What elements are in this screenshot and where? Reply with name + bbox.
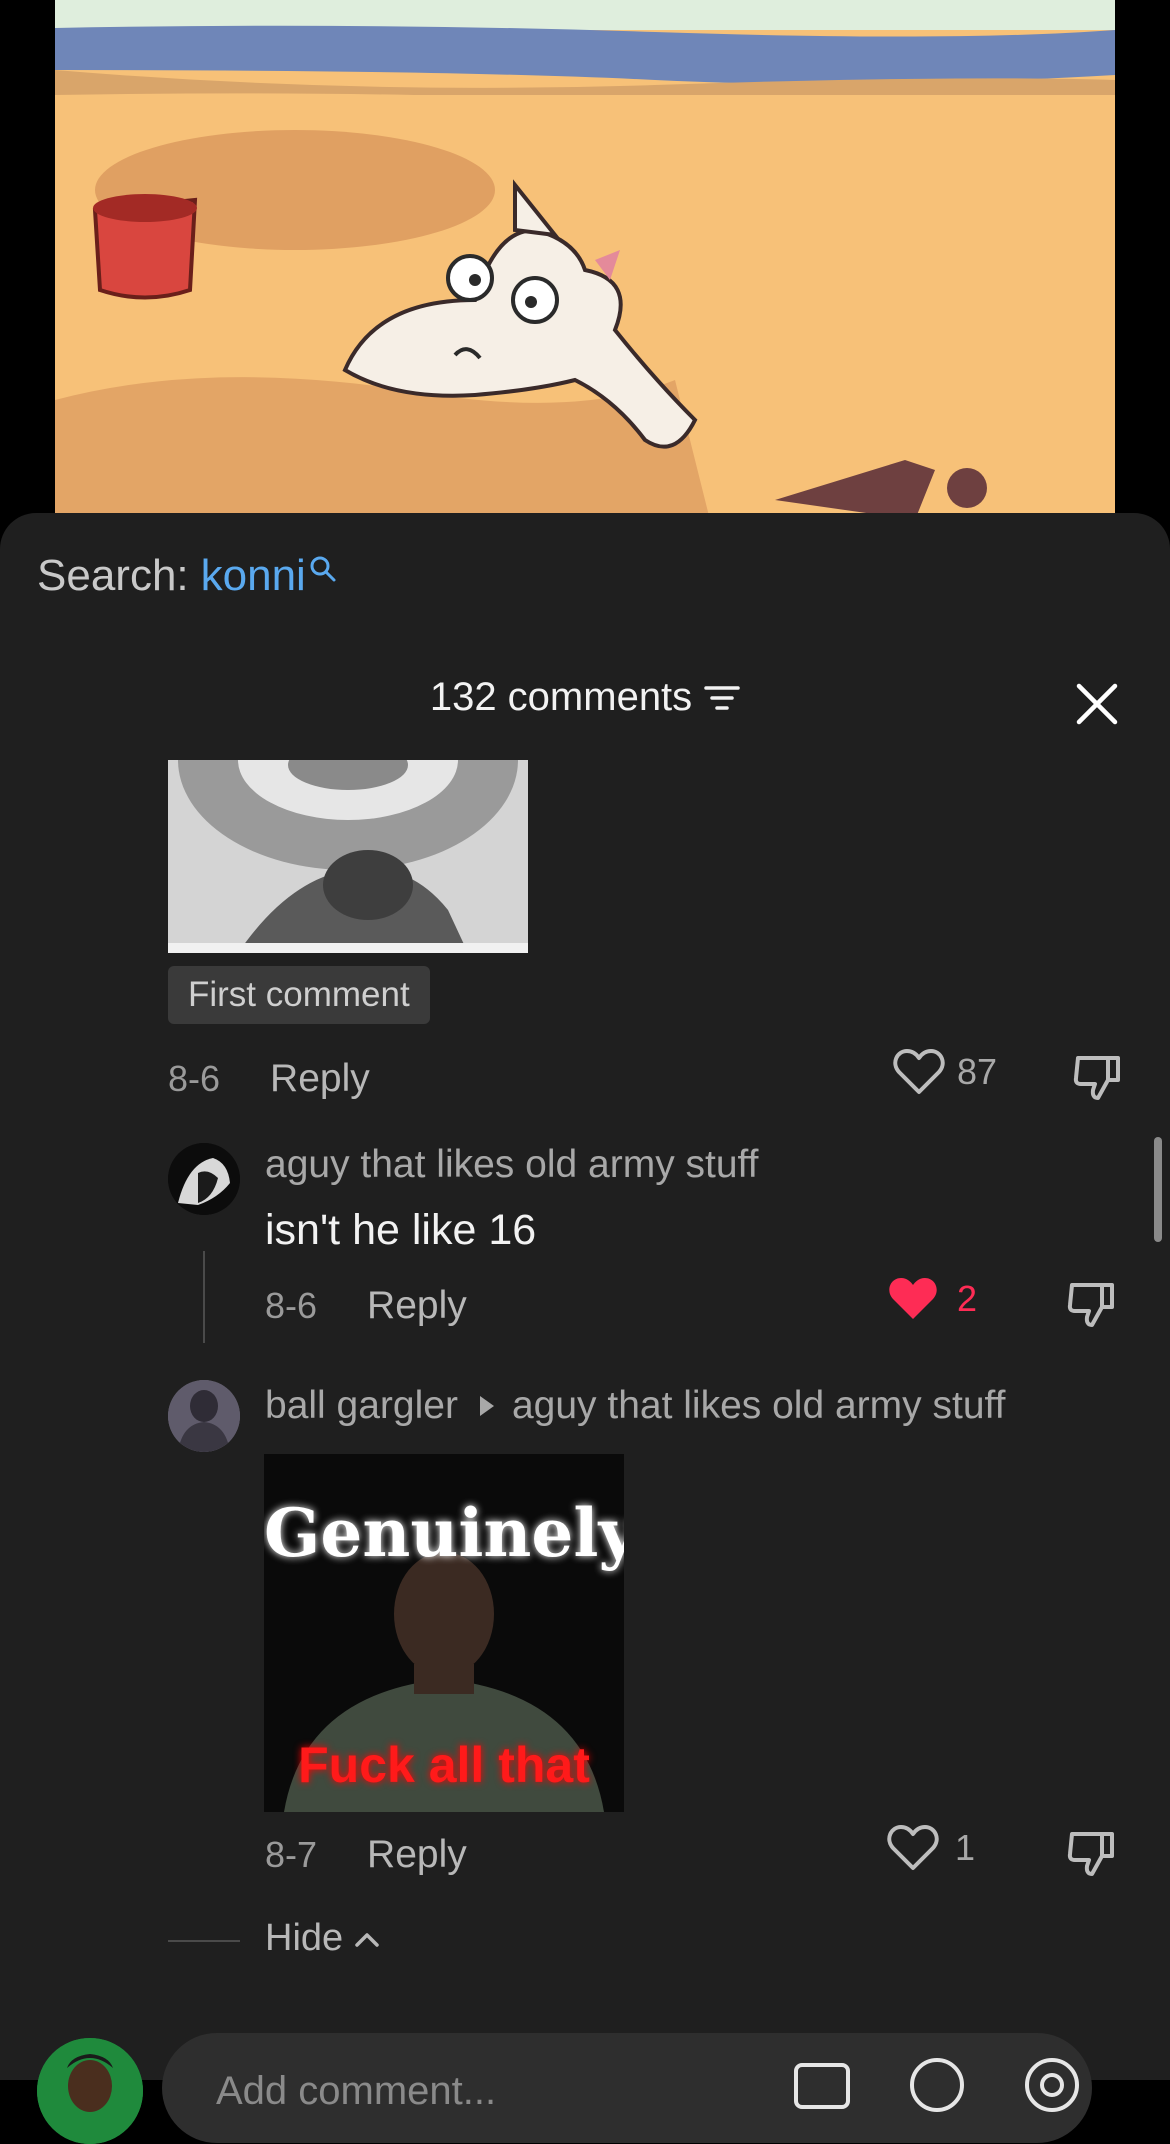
comment-author[interactable]: ball gargler — [265, 1384, 458, 1428]
avatar[interactable] — [168, 1380, 240, 1452]
meme-bottom-text: Fuck all that — [298, 1737, 590, 1793]
avatar-art — [168, 1380, 240, 1452]
search-suggestion[interactable]: Search: konni — [37, 551, 338, 601]
comment-image[interactable] — [168, 760, 528, 953]
filter-icon[interactable] — [704, 683, 740, 713]
user-avatar-art — [37, 2038, 143, 2144]
like-count: 87 — [957, 1051, 998, 1092]
video-preview[interactable] — [55, 0, 1115, 540]
comment-date: 8-6 — [168, 1058, 221, 1099]
reply-button[interactable]: Reply — [367, 1284, 467, 1328]
mention-icon[interactable] — [1022, 2055, 1082, 2115]
comment-date: 8-6 — [265, 1285, 318, 1326]
emoji-icon[interactable] — [907, 2055, 967, 2115]
meme-top-text: Genuinely — [264, 1494, 624, 1572]
comment-text: isn't he like 16 — [265, 1206, 537, 1254]
heart-icon — [893, 1049, 945, 1094]
image-icon[interactable] — [792, 2061, 852, 2111]
comment-meta: 8-6 Reply — [265, 1284, 467, 1328]
comment-image-art — [168, 760, 528, 953]
comment-meme-image[interactable]: Genuinely Fuck all that — [264, 1454, 624, 1812]
comments-sheet: Search: konni 132 comments First comment… — [0, 513, 1170, 2144]
comment-input[interactable]: Add comment... — [162, 2033, 1092, 2143]
comment-author-line: ball gargler aguy that likes old army st… — [265, 1384, 1005, 1428]
dislike-icon[interactable] — [1066, 1279, 1118, 1331]
hide-replies-button[interactable]: Hide — [265, 1917, 381, 1960]
reply-button[interactable]: Reply — [367, 1833, 467, 1877]
dislike-icon[interactable] — [1072, 1052, 1124, 1104]
comment-input-placeholder: Add comment... — [216, 2069, 497, 2113]
user-avatar[interactable] — [37, 2038, 143, 2144]
heart-icon — [887, 1825, 939, 1870]
search-icon — [310, 556, 336, 582]
chevron-up-icon — [355, 1932, 379, 1947]
first-comment-badge: First comment — [168, 966, 430, 1024]
close-icon[interactable] — [1076, 683, 1118, 725]
comment-meta: 8-6 Reply — [168, 1057, 370, 1101]
comment-date: 8-7 — [265, 1834, 318, 1875]
reply-to-author[interactable]: aguy that likes old army stuff — [512, 1384, 1006, 1428]
like-count: 1 — [955, 1827, 976, 1868]
hide-divider — [168, 1940, 240, 1942]
like-button[interactable]: 2 — [887, 1275, 977, 1323]
like-button[interactable]: 1 — [887, 1824, 975, 1872]
hide-label: Hide — [265, 1917, 344, 1959]
like-button[interactable]: 87 — [893, 1048, 997, 1096]
search-label: Search: — [37, 551, 189, 600]
avatar-art — [168, 1143, 240, 1215]
scrollbar[interactable] — [1154, 1137, 1162, 1242]
like-count: 2 — [957, 1278, 978, 1319]
comment-meta: 8-7 Reply — [265, 1833, 467, 1877]
search-keyword[interactable]: konni — [201, 551, 306, 601]
cartoon-beach-scene — [55, 0, 1115, 540]
reply-button[interactable]: Reply — [270, 1057, 370, 1101]
comments-header: 132 comments — [0, 675, 1170, 720]
comment-count: 132 comments — [429, 675, 693, 719]
thread-line — [203, 1251, 205, 1343]
avatar[interactable] — [168, 1143, 240, 1215]
dislike-icon[interactable] — [1066, 1828, 1118, 1880]
heart-filled-icon — [889, 1278, 937, 1319]
play-triangle-icon — [479, 1396, 494, 1416]
comment-author[interactable]: aguy that likes old army stuff — [265, 1143, 759, 1187]
